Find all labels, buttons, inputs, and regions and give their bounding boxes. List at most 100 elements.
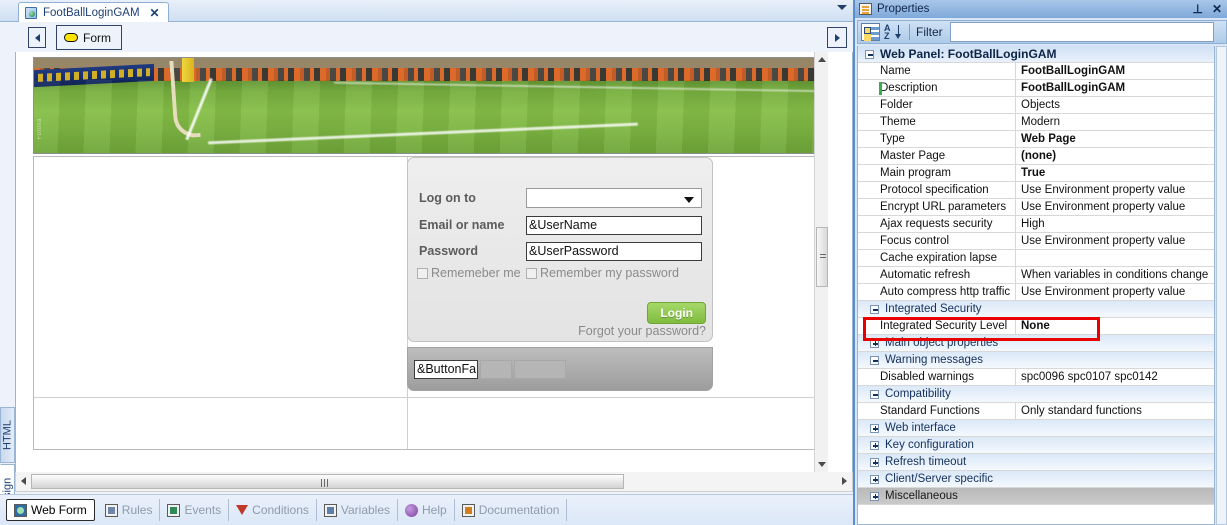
property-row-disabled-warnings[interactable]: Disabled warnings spc0096 spc0107 spc0142 — [858, 369, 1214, 386]
property-value[interactable]: Use Environment property value — [1016, 199, 1214, 215]
bottom-tab-rules[interactable]: Rules — [98, 499, 161, 521]
side-tab-html[interactable]: HTML — [0, 407, 15, 463]
properties-titlebar: Properties ⊥ ✕ — [855, 0, 1227, 18]
property-value[interactable]: Modern — [1016, 114, 1214, 130]
design-canvas[interactable]: Fotolia Log on to Email or name &UserNam… — [16, 52, 828, 472]
property-value[interactable] — [1016, 250, 1214, 266]
property-value[interactable]: High — [1016, 216, 1214, 232]
property-row-description[interactable]: Description FootBallLoginGAM — [858, 80, 1214, 97]
property-value[interactable]: Objects — [1016, 97, 1214, 113]
property-value[interactable]: When variables in conditions change — [1016, 267, 1214, 283]
properties-category-label: Integrated Security — [885, 303, 982, 315]
property-value[interactable]: spc0096 spc0107 spc0142 — [1016, 369, 1214, 385]
properties-category-miscellaneous[interactable]: Miscellaneous — [858, 488, 1214, 505]
property-value[interactable]: None — [1016, 318, 1214, 334]
scroll-up-icon[interactable] — [818, 57, 826, 62]
properties-category-refresh-timeout[interactable]: Refresh timeout — [858, 454, 1214, 471]
property-row-protocol-specification[interactable]: Protocol specification Use Environment pr… — [858, 182, 1214, 199]
collapse-icon[interactable] — [870, 304, 879, 314]
property-row-name[interactable]: Name FootBallLoginGAM — [858, 63, 1214, 80]
property-row-encrypt-url-parameters[interactable]: Encrypt URL parameters Use Environment pr… — [858, 199, 1214, 216]
logon-to-combobox[interactable] — [526, 188, 702, 208]
close-icon[interactable]: ✕ — [1212, 2, 1222, 16]
document-tab-footballlogingam[interactable]: FootBallLoginGAM ✕ — [18, 2, 169, 22]
filter-input[interactable] — [949, 22, 1214, 42]
property-row-main-program[interactable]: Main program True — [858, 165, 1214, 182]
bottom-tab-help[interactable]: Help — [398, 499, 455, 521]
vertical-scroll-thumb[interactable] — [816, 227, 828, 287]
buttonfa-input[interactable]: &ButtonFa — [414, 360, 478, 379]
expand-icon[interactable] — [870, 440, 879, 450]
property-row-folder[interactable]: Folder Objects — [858, 97, 1214, 114]
property-row-theme[interactable]: Theme Modern — [858, 114, 1214, 131]
property-value[interactable]: Use Environment property value — [1016, 284, 1214, 300]
password-input[interactable]: &UserPassword — [526, 241, 702, 261]
property-row-integrated-security-level[interactable]: Integrated Security Level None — [858, 318, 1214, 335]
property-value[interactable]: True — [1016, 165, 1214, 181]
expand-icon[interactable] — [870, 423, 879, 433]
properties-category-integrated-security[interactable]: Integrated Security — [858, 301, 1214, 318]
properties-category-key-configuration[interactable]: Key configuration — [858, 437, 1214, 454]
checkbox-icon[interactable] — [526, 268, 537, 279]
forgot-password-link[interactable]: Forgot your password? — [578, 324, 706, 338]
properties-category-client-server-specific[interactable]: Client/Server specific — [858, 471, 1214, 488]
expand-icon[interactable] — [870, 474, 879, 484]
property-row-auto-compress-http-traffic[interactable]: Auto compress http traffic Use Environmen… — [858, 284, 1214, 301]
chevron-down-icon[interactable] — [837, 5, 847, 10]
checkbox-icon[interactable] — [417, 268, 428, 279]
expander-icon[interactable] — [865, 49, 874, 59]
username-input[interactable]: &UserName — [526, 215, 702, 235]
scroll-right-icon[interactable] — [842, 477, 847, 485]
property-value[interactable]: Use Environment property value — [1016, 182, 1214, 198]
bottom-tab-conditions[interactable]: Conditions — [229, 499, 317, 521]
property-row-cache-expiration-lapse[interactable]: Cache expiration lapse — [858, 250, 1214, 267]
collapse-left-button[interactable] — [28, 27, 46, 48]
bottom-tab-documentation[interactable]: Documentation — [455, 499, 568, 521]
property-row-focus-control[interactable]: Focus control Use Environment property va… — [858, 233, 1214, 250]
expand-icon[interactable] — [870, 491, 879, 501]
property-name: Ajax requests security — [858, 216, 1016, 232]
scroll-left-icon[interactable] — [21, 477, 26, 485]
property-row-type[interactable]: Type Web Page — [858, 131, 1214, 148]
button-slot-1[interactable] — [480, 360, 512, 379]
remember-password-checkbox[interactable]: Remember my password — [526, 264, 702, 281]
property-value[interactable]: (none) — [1016, 148, 1214, 164]
expand-icon[interactable] — [870, 457, 879, 467]
property-value[interactable]: FootBallLoginGAM — [1016, 80, 1214, 96]
properties-grid[interactable]: Web Panel: FootBallLoginGAM Name FootBall… — [857, 46, 1215, 525]
canvas-horizontal-scrollbar[interactable] — [15, 472, 853, 492]
scroll-down-icon[interactable] — [818, 462, 826, 467]
bottom-tab-variables[interactable]: Variables — [317, 499, 399, 521]
properties-object-header[interactable]: Web Panel: FootBallLoginGAM — [858, 46, 1214, 63]
properties-category-compatibility[interactable]: Compatibility — [858, 386, 1214, 403]
properties-vertical-scrollbar[interactable] — [1216, 46, 1227, 525]
properties-category-web-interface[interactable]: Web interface — [858, 420, 1214, 437]
property-row-master-page[interactable]: Master Page (none) — [858, 148, 1214, 165]
collapse-icon[interactable] — [870, 389, 879, 399]
collapse-icon[interactable] — [870, 355, 879, 365]
stadium-banner-image[interactable]: Fotolia — [33, 57, 825, 154]
bottom-tab-web-form[interactable]: Web Form — [6, 499, 95, 521]
canvas-vertical-scrollbar[interactable] — [814, 52, 828, 472]
property-value[interactable]: Web Page — [1016, 131, 1214, 147]
remember-me-checkbox[interactable]: Rememeber me — [417, 264, 526, 281]
close-icon[interactable]: ✕ — [150, 7, 160, 19]
categorized-view-icon[interactable] — [861, 23, 880, 41]
property-value[interactable]: FootBallLoginGAM — [1016, 63, 1214, 79]
property-row-automatic-refresh[interactable]: Automatic refresh When variables in condi… — [858, 267, 1214, 284]
login-button[interactable]: Login — [647, 302, 706, 324]
expand-icon[interactable] — [870, 338, 879, 348]
bottom-tab-events[interactable]: Events — [160, 499, 230, 521]
properties-category-warning-messages[interactable]: Warning messages — [858, 352, 1214, 369]
property-value[interactable]: Use Environment property value — [1016, 233, 1214, 249]
form-breadcrumb-button[interactable]: Form — [56, 25, 122, 50]
properties-category-main-object-properties[interactable]: Main object properties — [858, 335, 1214, 352]
alphabetical-sort-icon[interactable]: A Z — [883, 23, 903, 42]
scroll-right-button[interactable] — [827, 27, 847, 48]
pin-icon[interactable]: ⊥ — [1193, 2, 1203, 16]
property-row-standard-functions[interactable]: Standard Functions Only standard function… — [858, 403, 1214, 420]
button-slot-2[interactable] — [514, 360, 566, 379]
property-row-ajax-requests-security[interactable]: Ajax requests security High — [858, 216, 1214, 233]
property-value[interactable]: Only standard functions — [1016, 403, 1214, 419]
horizontal-scroll-thumb[interactable] — [31, 474, 624, 489]
